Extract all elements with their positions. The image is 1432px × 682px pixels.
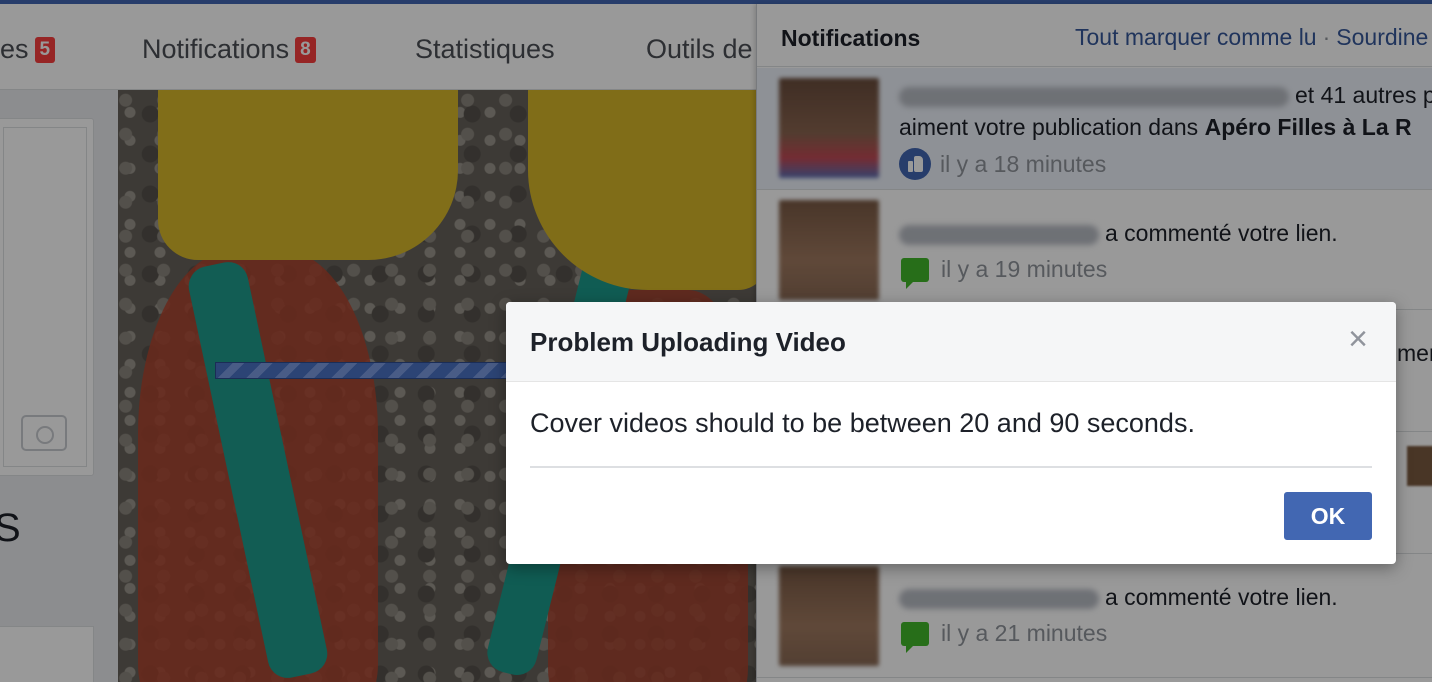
dialog-divider bbox=[530, 466, 1372, 468]
dialog-message: Cover videos should to be between 20 and… bbox=[530, 408, 1195, 438]
upload-error-dialog: Problem Uploading Video × Cover videos s… bbox=[506, 302, 1396, 564]
close-icon[interactable]: × bbox=[1342, 322, 1374, 356]
ok-button[interactable]: OK bbox=[1284, 492, 1372, 540]
dialog-title: Problem Uploading Video bbox=[530, 327, 846, 357]
dialog-header: Problem Uploading Video × bbox=[506, 302, 1396, 382]
